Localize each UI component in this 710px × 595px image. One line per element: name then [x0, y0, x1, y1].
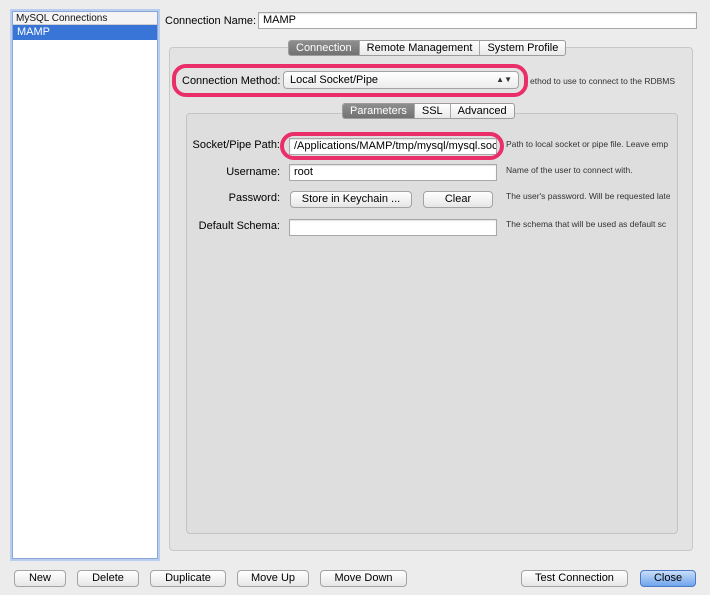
move-down-button[interactable]: Move Down	[320, 570, 407, 587]
connection-name-input[interactable]: MAMP	[258, 12, 697, 29]
socket-path-hint: Path to local socket or pipe file. Leave…	[506, 139, 669, 149]
delete-button[interactable]: Delete	[77, 570, 139, 587]
connection-method-highlight	[172, 64, 528, 97]
username-hint: Name of the user to connect with.	[506, 165, 633, 175]
connections-list[interactable]: MySQL Connections MAMP	[12, 11, 158, 559]
tab-ssl[interactable]: SSL	[413, 104, 450, 118]
clear-password-button[interactable]: Clear	[423, 191, 493, 208]
connection-method-hint: ethod to use to connect to the RDBMS	[530, 76, 676, 86]
password-hint: The user's password. Will be requested l…	[506, 191, 670, 201]
duplicate-button[interactable]: Duplicate	[150, 570, 226, 587]
username-input[interactable]: root	[289, 164, 497, 181]
close-button[interactable]: Close	[640, 570, 696, 587]
tab-system-profile[interactable]: System Profile	[479, 41, 565, 55]
tab-advanced[interactable]: Advanced	[449, 104, 514, 118]
tab-parameters[interactable]: Parameters	[343, 104, 414, 118]
connection-item-mamp[interactable]: MAMP	[13, 25, 157, 40]
sub-tabs: Parameters SSL Advanced	[342, 103, 515, 119]
default-schema-label: Default Schema:	[198, 220, 280, 232]
password-label: Password:	[228, 192, 280, 204]
test-connection-button[interactable]: Test Connection	[521, 570, 628, 587]
default-schema-input[interactable]	[289, 219, 497, 236]
tab-connection[interactable]: Connection	[289, 41, 359, 55]
connection-name-label: Connection Name:	[165, 15, 257, 27]
username-label: Username:	[226, 166, 280, 178]
socket-path-label: Socket/Pipe Path:	[192, 139, 280, 151]
store-in-keychain-button[interactable]: Store in Keychain ...	[290, 191, 412, 208]
tab-remote-management[interactable]: Remote Management	[358, 41, 480, 55]
default-schema-hint: The schema that will be used as default …	[506, 219, 667, 229]
main-tabs: Connection Remote Management System Prof…	[288, 40, 567, 56]
new-button[interactable]: New	[14, 570, 66, 587]
socket-path-highlight	[280, 132, 504, 160]
connections-list-header: MySQL Connections	[13, 12, 157, 25]
move-up-button[interactable]: Move Up	[237, 570, 309, 587]
